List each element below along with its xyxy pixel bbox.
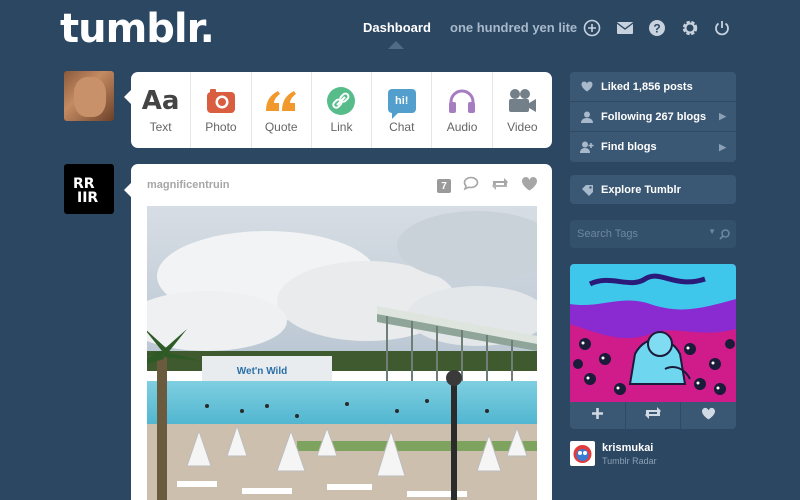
compose-link-label: Link <box>330 120 353 134</box>
find-blogs-label: Find blogs <box>601 141 657 153</box>
power-icon[interactable] <box>712 18 732 38</box>
notes-count-badge[interactable]: 7 <box>437 179 451 193</box>
like-heart-icon[interactable] <box>521 176 538 196</box>
add-person-icon <box>579 141 595 153</box>
radar-author-name[interactable]: krismukai <box>602 442 657 454</box>
nav-dashboard-link[interactable]: Dashboard <box>363 20 431 35</box>
search-placeholder: Search Tags <box>577 228 638 240</box>
activity-menu: Liked 1,856 posts Following 267 blogs ▶ … <box>570 72 736 162</box>
reblog-icon <box>644 406 662 425</box>
nav-dashboard-label: Dashboard <box>363 20 431 35</box>
radar-like-button[interactable] <box>681 402 736 429</box>
post-controls: 7 <box>437 176 538 196</box>
liked-posts-label: Liked 1,856 posts <box>601 80 693 93</box>
compose-link-button[interactable]: Link <box>312 72 373 148</box>
search-tags-input[interactable]: Search Tags ▼ <box>570 220 736 248</box>
reply-icon[interactable] <box>463 176 479 196</box>
compose-audio-label: Audio <box>446 120 478 134</box>
radar-actions <box>570 402 736 429</box>
svg-text:IIR: IIR <box>77 190 98 204</box>
composer-pointer <box>124 90 131 104</box>
chat-icon: hi! <box>387 86 416 119</box>
quote-icon <box>264 86 298 116</box>
compose-text-label: Text <box>149 120 172 134</box>
explore-tumblr-button[interactable]: Explore Tumblr <box>570 175 736 204</box>
nav-blog-link[interactable]: one hundred yen lite <box>450 20 577 35</box>
radar-post-image[interactable] <box>570 264 736 402</box>
camera-icon <box>206 86 236 116</box>
following-link[interactable]: Following 267 blogs ▶ <box>570 102 736 132</box>
active-nav-caret <box>388 41 404 49</box>
compose-photo-button[interactable]: Photo <box>191 72 252 148</box>
gear-icon[interactable] <box>680 18 700 38</box>
compose-audio-button[interactable]: Audio <box>432 72 493 148</box>
dropdown-caret-icon[interactable]: ▼ <box>708 227 716 236</box>
svg-text:?: ? <box>653 22 660 36</box>
chevron-right-icon: ▶ <box>719 141 726 152</box>
following-label: Following 267 blogs <box>601 110 707 123</box>
heart-icon <box>579 81 595 92</box>
post-photo[interactable]: Wet'n Wild <box>147 206 537 500</box>
tumblr-logo[interactable]: tumblr. <box>60 6 215 52</box>
search-icon[interactable] <box>719 227 730 245</box>
person-icon <box>579 111 595 123</box>
compose-video-button[interactable]: Video <box>493 72 552 148</box>
svg-text:Wet'n Wild: Wet'n Wild <box>237 366 287 377</box>
radar-author-avatar[interactable] <box>570 441 595 466</box>
plus-circle-icon[interactable] <box>582 18 602 38</box>
find-blogs-link[interactable]: Find blogs ▶ <box>570 132 736 162</box>
nav-blog-label: one hundred yen lite <box>450 20 578 35</box>
link-icon <box>326 86 356 116</box>
post-pointer <box>124 183 131 197</box>
heart-icon <box>701 407 716 425</box>
radar-label: Tumblr Radar <box>602 455 657 466</box>
compose-photo-label: Photo <box>205 120 237 134</box>
post-author-link[interactable]: magnificentruin <box>147 179 230 191</box>
compose-video-label: Video <box>507 120 538 134</box>
headphones-icon <box>447 86 477 116</box>
help-icon[interactable]: ? <box>647 18 667 38</box>
radar-author: krismukai Tumblr Radar <box>570 441 657 466</box>
plus-icon <box>591 407 604 425</box>
video-camera-icon <box>507 86 537 116</box>
post-composer: Aa Text Photo Quote Link hi! Chat Audio … <box>131 72 552 148</box>
compose-text-button[interactable]: Aa Text <box>131 72 192 148</box>
compose-quote-button[interactable]: Quote <box>252 72 312 148</box>
text-icon: Aa <box>141 86 180 116</box>
chevron-right-icon: ▶ <box>719 111 726 121</box>
compose-chat-label: Chat <box>389 120 415 134</box>
photo-post: magnificentruin 7 Wet'n Wild <box>131 164 552 500</box>
reblog-icon[interactable] <box>491 177 509 196</box>
post-author-avatar[interactable]: RR IIR <box>64 164 114 214</box>
mail-icon[interactable] <box>615 18 635 38</box>
compose-chat-button[interactable]: hi! Chat <box>372 72 433 148</box>
user-avatar[interactable] <box>64 71 114 121</box>
tag-icon <box>579 184 595 196</box>
radar-follow-button[interactable] <box>570 402 626 429</box>
radar-reblog-button[interactable] <box>626 402 682 429</box>
liked-posts-link[interactable]: Liked 1,856 posts <box>570 72 736 102</box>
explore-tumblr-label: Explore Tumblr <box>601 183 681 196</box>
compose-quote-label: Quote <box>264 120 298 134</box>
